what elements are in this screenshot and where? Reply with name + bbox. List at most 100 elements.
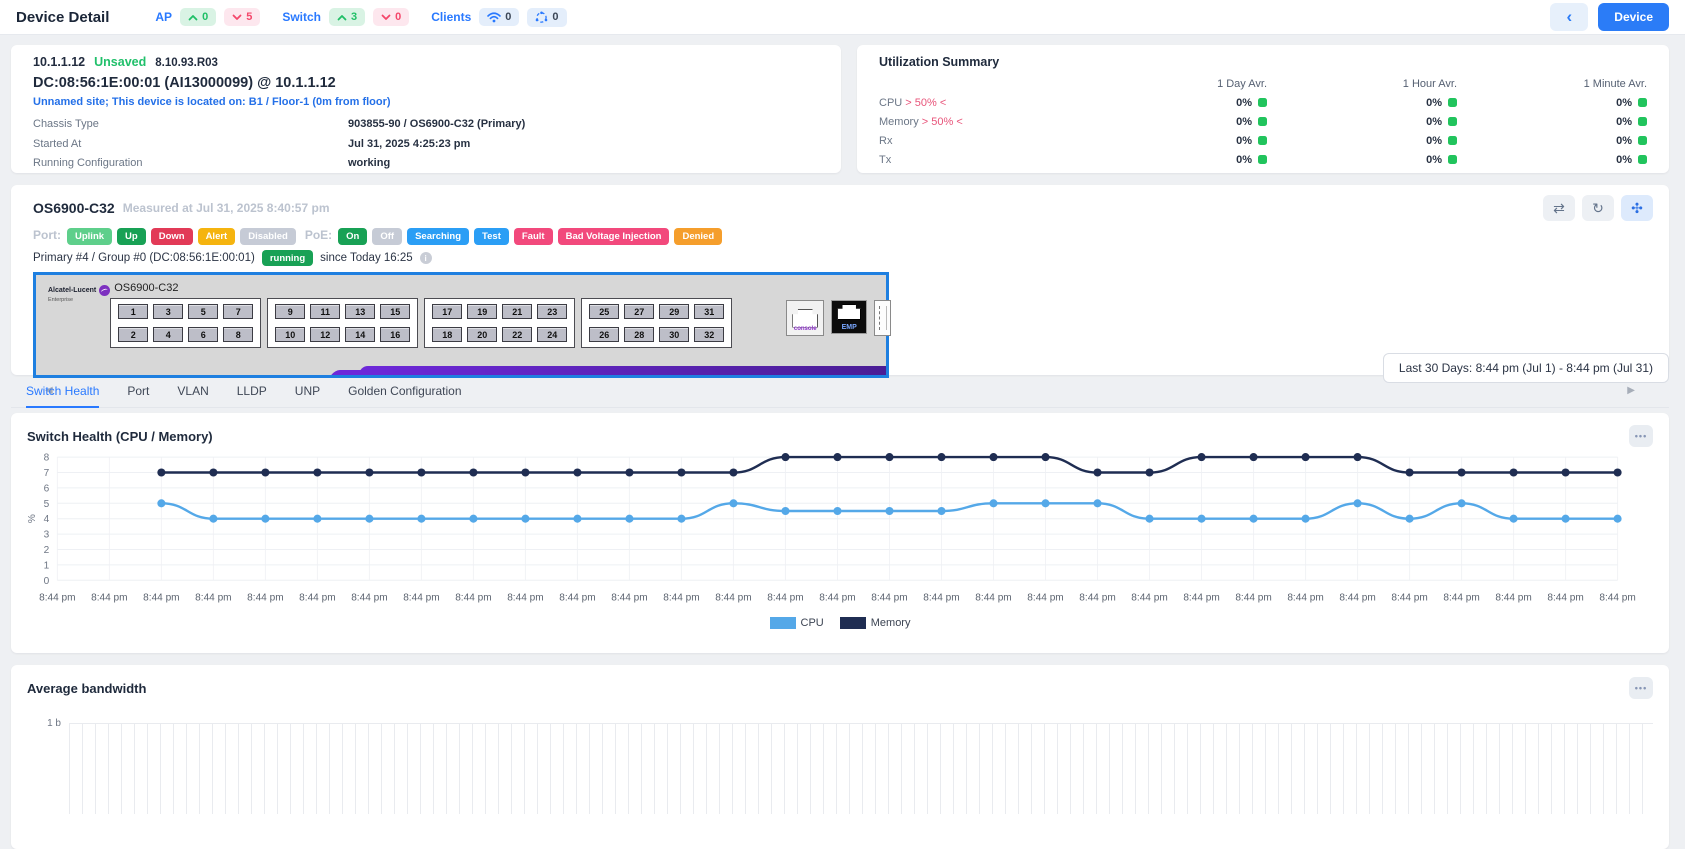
info-icon[interactable]: i — [420, 252, 432, 264]
poe-state-badge[interactable]: Fault — [514, 228, 553, 245]
fan-status-button[interactable]: ✣ — [1621, 195, 1653, 221]
poe-caption: PoE: — [305, 228, 332, 242]
switch-port[interactable]: 18 — [432, 327, 462, 342]
switch-port[interactable]: 4 — [153, 327, 183, 342]
svg-text:%: % — [27, 514, 38, 523]
health-line-chart: 012345678%8:44 pm8:44 pm8:44 pm8:44 pm8:… — [27, 447, 1653, 617]
util-value: 0% — [1426, 97, 1442, 109]
clients-wifi-badge[interactable]: 0 — [479, 8, 519, 26]
legend-label: Memory — [871, 617, 911, 629]
tab-port[interactable]: Port — [127, 384, 149, 407]
switch-port[interactable]: 2 — [118, 327, 148, 342]
switch-port[interactable]: 9 — [275, 304, 305, 319]
switch-port[interactable]: 14 — [345, 327, 375, 342]
port-state-badge[interactable]: Up — [117, 228, 146, 245]
device-location-link[interactable]: Unnamed site; This device is located on:… — [33, 96, 823, 108]
switch-port[interactable]: 8 — [223, 327, 253, 342]
tab-golden-configuration[interactable]: Golden Configuration — [348, 384, 461, 407]
util-value-cell: 0% — [1077, 94, 1267, 113]
switch-port[interactable]: 7 — [223, 304, 253, 319]
tab-switch-health[interactable]: Switch Health — [26, 384, 99, 408]
poe-state-badge[interactable]: Denied — [674, 228, 722, 245]
svg-text:8:44 pm: 8:44 pm — [1443, 592, 1479, 603]
poe-state-badge[interactable]: Test — [474, 228, 509, 245]
poe-state-badge[interactable]: Searching — [407, 228, 469, 245]
switch-port[interactable]: 31 — [694, 304, 724, 319]
utilization-title: Utilization Summary — [879, 55, 1647, 69]
svg-text:8:44 pm: 8:44 pm — [143, 592, 179, 603]
compare-button[interactable]: ⇄ — [1543, 195, 1575, 221]
poe-state-badge[interactable]: Off — [372, 228, 402, 245]
switch-port[interactable]: 5 — [188, 304, 218, 319]
clients-mesh-count: 0 — [552, 11, 558, 23]
device-button[interactable]: Device — [1598, 3, 1669, 31]
clients-label: Clients — [431, 10, 471, 24]
svg-text:8:44 pm: 8:44 pm — [975, 592, 1011, 603]
switch-port[interactable]: 3 — [153, 304, 183, 319]
switch-port[interactable]: 10 — [275, 327, 305, 342]
ap-down-badge[interactable]: 5 — [224, 8, 260, 26]
switch-port[interactable]: 11 — [310, 304, 340, 319]
more-options-button[interactable]: ••• — [1629, 677, 1653, 699]
more-options-button[interactable]: ••• — [1629, 425, 1653, 447]
port-group: 17 19 21 23 18 20 22 24 — [424, 298, 575, 348]
switch-port[interactable]: 24 — [537, 327, 567, 342]
tab-unp[interactable]: UNP — [295, 384, 320, 407]
status-ok-indicator — [1448, 117, 1457, 126]
svg-text:8:44 pm: 8:44 pm — [1339, 592, 1375, 603]
mesh-cluster-icon — [535, 11, 548, 24]
util-value-cell: 0% — [1457, 94, 1647, 113]
switch-port[interactable]: 26 — [589, 327, 619, 342]
switch-port[interactable]: 30 — [659, 327, 689, 342]
switch-port[interactable]: 20 — [467, 327, 497, 342]
switch-port[interactable]: 28 — [624, 327, 654, 342]
ap-up-badge[interactable]: 0 — [180, 8, 216, 26]
port-state-badge[interactable]: Uplink — [67, 228, 112, 245]
emp-port[interactable]: EMP — [831, 300, 867, 334]
arrow-down-icon — [381, 14, 391, 21]
switch-port[interactable]: 17 — [432, 304, 462, 319]
switch-port[interactable]: 32 — [694, 327, 724, 342]
util-value-cell: 0% — [1077, 113, 1267, 132]
back-button[interactable]: ‹ — [1550, 3, 1588, 31]
switch-port[interactable]: 15 — [380, 304, 410, 319]
refresh-button[interactable]: ↻ — [1582, 195, 1614, 221]
switch-port[interactable]: 19 — [467, 304, 497, 319]
switch-port[interactable]: 21 — [502, 304, 532, 319]
switch-port[interactable]: 22 — [502, 327, 532, 342]
svg-text:8:44 pm: 8:44 pm — [1391, 592, 1427, 603]
switch-port[interactable]: 13 — [345, 304, 375, 319]
port-state-badge[interactable]: Down — [151, 228, 193, 245]
switch-port[interactable]: 23 — [537, 304, 567, 319]
more-options-icon: ••• — [1635, 683, 1647, 693]
switch-port[interactable]: 27 — [624, 304, 654, 319]
usb-port[interactable] — [874, 300, 891, 336]
switch-faceplate[interactable]: Alcatel-Lucent Enterprise OS6900-C32 135… — [33, 272, 889, 378]
tab-vlan[interactable]: VLAN — [177, 384, 208, 407]
switch-up-badge[interactable]: 3 — [329, 8, 365, 26]
compare-icon: ⇄ — [1553, 200, 1565, 217]
port-state-badge[interactable]: Alert — [198, 228, 236, 245]
switch-header: OS6900-C32 Measured at Jul 31, 2025 8:40… — [33, 195, 1653, 221]
switch-port[interactable]: 6 — [188, 327, 218, 342]
date-range-selector[interactable]: Last 30 Days: 8:44 pm (Jul 1) - 8:44 pm … — [1383, 353, 1669, 383]
switch-port[interactable]: 12 — [310, 327, 340, 342]
switch-port[interactable]: 16 — [380, 327, 410, 342]
svg-text:2: 2 — [44, 545, 50, 556]
util-row-label: CPU > 50% < — [879, 94, 1077, 113]
console-port[interactable]: console — [786, 300, 824, 336]
svg-text:1: 1 — [44, 560, 50, 571]
switch-port[interactable]: 29 — [659, 304, 689, 319]
switch-port[interactable]: 25 — [589, 304, 619, 319]
util-value: 0% — [1616, 116, 1632, 128]
tab-lldp[interactable]: LLDP — [237, 384, 267, 407]
attribute-label: Started At — [33, 135, 348, 155]
svg-text:6: 6 — [44, 483, 50, 494]
port-state-badge[interactable]: Disabled — [240, 228, 296, 245]
poe-state-badge[interactable]: On — [338, 228, 367, 245]
port-group: 1357 2468 — [110, 298, 261, 348]
poe-state-badge[interactable]: Bad Voltage Injection — [558, 228, 670, 245]
switch-port[interactable]: 1 — [118, 304, 148, 319]
clients-mesh-badge[interactable]: 0 — [527, 8, 566, 27]
switch-down-badge[interactable]: 0 — [373, 8, 409, 26]
